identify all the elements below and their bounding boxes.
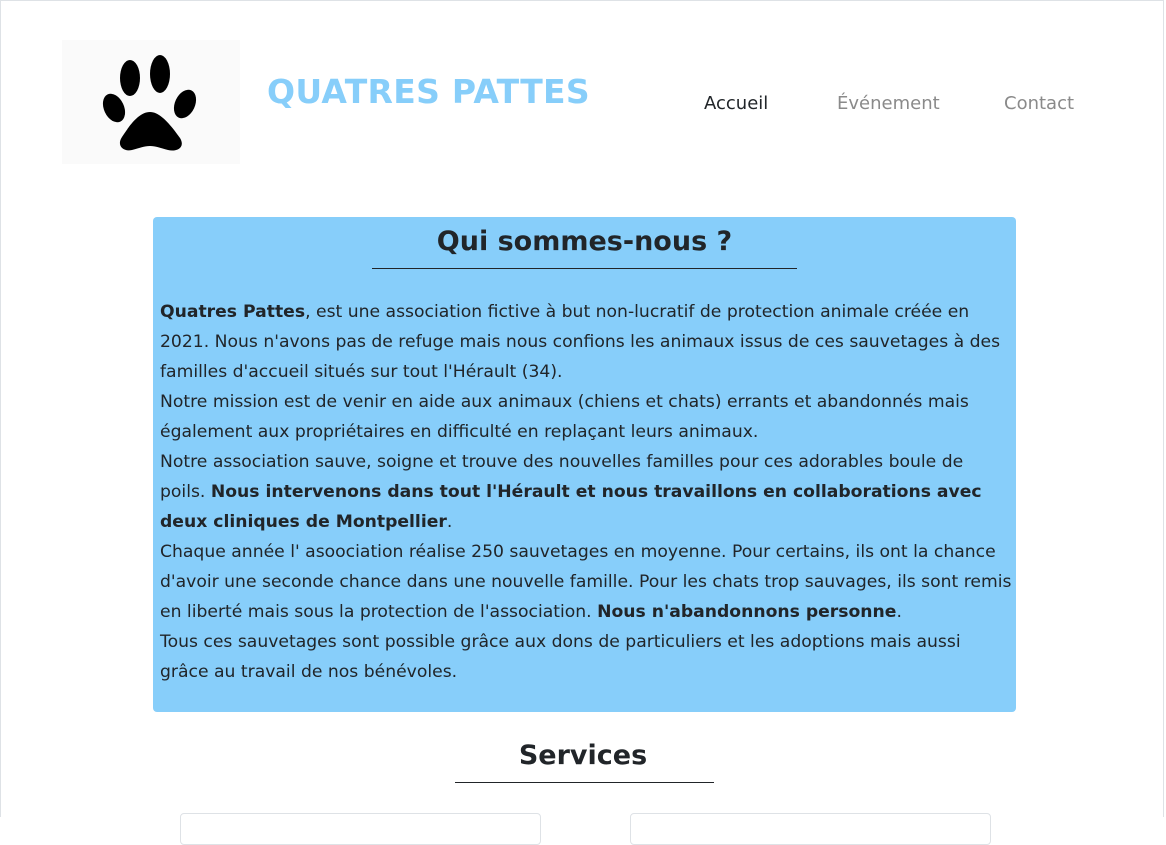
about-text: Quatres Pattes, est une association fict… xyxy=(160,297,1012,687)
about-paragraph-1: Quatres Pattes, est une association fict… xyxy=(160,297,1012,387)
about-paragraph-3-bold: Nous intervenons dans tout l'Hérault et … xyxy=(160,482,982,532)
service-card[interactable] xyxy=(180,813,541,845)
about-title: Qui sommes-nous ? xyxy=(436,226,733,257)
service-card[interactable] xyxy=(630,813,991,845)
services-title: Services xyxy=(518,740,648,771)
nav-item-evenement[interactable]: Événement xyxy=(837,92,940,116)
nav-item-contact[interactable]: Contact xyxy=(1004,92,1074,116)
nav-item-accueil[interactable]: Accueil xyxy=(704,92,768,116)
about-paragraph-5: Tous ces sauvetages sont possible grâce … xyxy=(160,632,961,682)
about-paragraph-4-end: . xyxy=(896,602,902,622)
about-section: Qui sommes-nous ? Quatres Pattes, est un… xyxy=(153,217,1016,712)
about-paragraph-3-end: . xyxy=(446,512,453,532)
about-paragraph-4: Chaque année l' asoociation réalise 250 … xyxy=(160,537,1012,627)
about-paragraph-3: Notre association sauve, soigne et trouv… xyxy=(160,447,1012,537)
about-paragraph-4-bold: Nous n'abandonnons personne xyxy=(597,602,897,622)
site-header: QUATRES PATTES Accueil Événement Contact xyxy=(0,0,1166,170)
about-brand-name: Quatres Pattes xyxy=(160,302,306,322)
about-title-underline xyxy=(372,268,797,269)
main-nav: Accueil Événement Contact xyxy=(0,92,1166,118)
about-paragraph-2: Notre mission est de venir en aide aux a… xyxy=(160,392,969,442)
services-title-underline xyxy=(455,782,714,783)
